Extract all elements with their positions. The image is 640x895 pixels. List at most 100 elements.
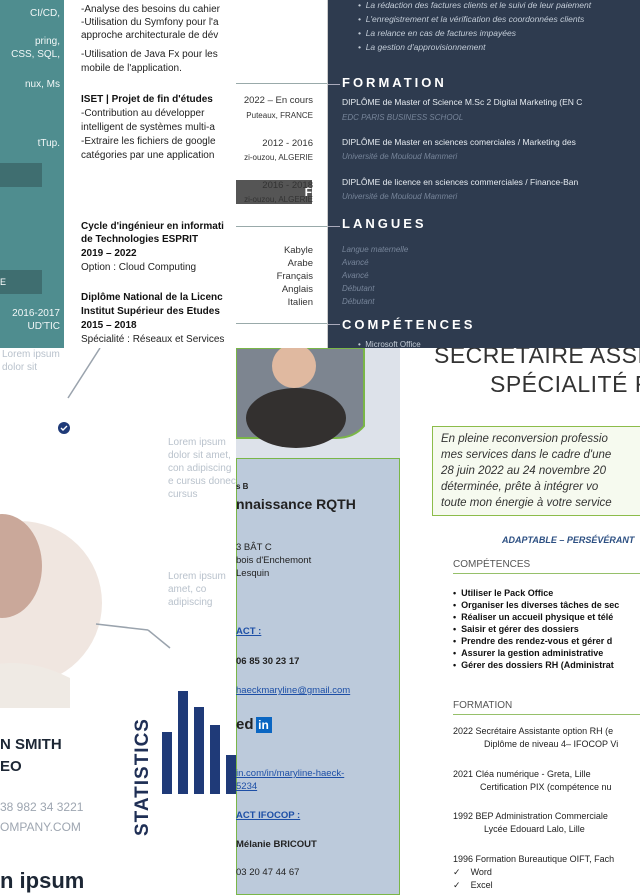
- linkedin-label: ed in: [236, 716, 272, 734]
- header-tick: [328, 84, 340, 85]
- degree-title: DIPLÔME de Master en sciences comerciale…: [342, 137, 576, 147]
- intro-line: mes services dans le cadre d'une: [441, 449, 612, 461]
- address-line: bois d'Enchemont: [236, 555, 312, 566]
- location: Puteaux, FRANCE: [246, 111, 313, 120]
- education-title: Institut Supérieur des Etudes: [81, 306, 220, 317]
- ifocop-heading: ACT IFOCOP :: [236, 810, 301, 821]
- location: zi-ouzou, ALGERIE: [244, 195, 313, 204]
- skill-text: nux, Ms: [24, 79, 60, 90]
- section-rule: [453, 714, 640, 715]
- task-bullet: • La rédaction des factures clients et l…: [358, 0, 592, 10]
- school-name: EDC PARIS BUSINESS SCHOOL: [342, 113, 464, 122]
- check-badge-icon: [58, 422, 70, 434]
- language-name: Arabe: [287, 258, 313, 269]
- experience-line: -Utilisation de Java Fx pour les: [81, 49, 218, 60]
- experience-line: -Analyse des besoins du cahier: [81, 4, 220, 15]
- intro-box: En pleine reconversion professio mes ser…: [432, 426, 640, 516]
- education-title: de Technologies ESPRIT: [81, 234, 199, 245]
- intro-line: toute mon énergie à votre service: [441, 497, 612, 509]
- resume-title: SECRETAIRE ASSIS: [434, 348, 640, 368]
- training-entry: 1992 BEP Administration Commerciale: [453, 811, 608, 821]
- project-line: -Extraire les fichiers de google: [81, 136, 216, 147]
- training-detail: Lycée Edouard Lalo, Lille: [484, 824, 585, 834]
- training-detail: ✓ Excel: [453, 880, 493, 890]
- rqth-title: nnaissance RQTH: [236, 496, 356, 512]
- website: OMPANY.COM: [0, 820, 81, 834]
- person-role: EO: [0, 758, 22, 775]
- language-name: Français: [276, 271, 313, 282]
- education-title: Cycle d'ingénieur en informati: [81, 221, 224, 232]
- profile-photo-frame: [236, 348, 365, 448]
- degree-title: DIPLÔME de licence en sciences commercia…: [342, 177, 579, 187]
- name-fragment: s B: [236, 482, 249, 491]
- tagline: ADAPTABLE – PERSÉVÉRANT: [502, 535, 635, 545]
- training-entry: 1996 Formation Bureautique OIFT, Fach: [453, 854, 615, 864]
- connector-line: [95, 623, 149, 631]
- edu-dates: 2016-2017: [12, 308, 60, 319]
- training-detail: Certification PIX (compétence nu: [480, 782, 612, 792]
- divider: [236, 323, 327, 324]
- skill-item: • Utiliser le Pack Office: [453, 588, 554, 598]
- skill-text: CSS, SQL,: [11, 49, 60, 60]
- phone-number: 06 85 30 23 17: [236, 656, 300, 667]
- date-range: 2022 – En cours: [243, 95, 313, 106]
- resume-title: SPÉCIALITÉ F: [490, 371, 640, 397]
- statistics-bar: [210, 725, 220, 794]
- dates-column: 2022 – En cours Puteaux, FRANCE 2012 - 2…: [236, 0, 328, 348]
- address-line: Lesquin: [236, 568, 270, 579]
- check-icon: ✓: [453, 880, 461, 890]
- photo-figure: [246, 388, 346, 448]
- person-name: N SMITH: [0, 736, 62, 753]
- skill-item: • Assurer la gestion administrative: [453, 648, 604, 658]
- intro-line: 28 juin 2022 au 24 novembre 20: [441, 465, 606, 477]
- skill-item: • Organiser les diverses tâches de sec: [453, 600, 620, 610]
- blurred-text: Lorem ipsum dolor sit amet, con adipisci…: [168, 437, 236, 500]
- statistics-bar: [178, 691, 188, 794]
- blurred-text: Lorem ipsum amet, co adipiscing: [168, 571, 226, 608]
- statistics-bar: [194, 707, 204, 794]
- contact-sidebar: s B nnaissance RQTH 3 BÂT C bois d'Enche…: [236, 348, 400, 895]
- linkedin-url[interactable]: in.com/in/maryline-haeck-: [236, 768, 344, 779]
- phone-number: 03 20 47 44 67: [236, 867, 300, 878]
- formation-heading: FORMATION: [453, 700, 513, 711]
- language-level: Avancé: [342, 258, 369, 267]
- photo-resume-panel: Lorem ipsum dolor sit Lorem ipsum dolor …: [0, 348, 236, 895]
- address-line: 3 BÂT C: [236, 542, 272, 553]
- skill-item: • Réaliser un accueil physique et télé: [453, 612, 614, 622]
- skill-bullet: • Microsoft Office: [358, 340, 421, 348]
- linkedin-url[interactable]: 5234: [236, 781, 257, 792]
- footer-text: n ipsum: [0, 868, 85, 893]
- divider: [236, 83, 327, 84]
- language-level: Débutant: [342, 284, 375, 293]
- section-rule: [453, 573, 640, 574]
- section-band: E: [0, 270, 42, 294]
- project-line: intelligent de systèmes multi-a: [81, 122, 215, 133]
- training-entry: 2022 Secrétaire Assistante option RH (e: [453, 726, 614, 736]
- section-band: [0, 163, 42, 187]
- school-name: Université de Mouloud Mammeri: [342, 192, 458, 201]
- langues-heading: LANGUES: [342, 216, 427, 231]
- experience-line: mobile de l'application.: [81, 63, 182, 74]
- skill-text: tTup.: [37, 138, 60, 149]
- edu-school: UD'TIC: [27, 321, 60, 332]
- education-years: 2019 – 2022: [81, 248, 137, 259]
- experience-column: -Analyse des besoins du cahier -Utilisat…: [64, 0, 236, 348]
- location: zi-ouzou, ALGERIE: [244, 153, 313, 162]
- navy-resume-panel: • La rédaction des factures clients et l…: [328, 0, 640, 348]
- formation-heading: FORMATION: [342, 75, 447, 90]
- training-detail: Diplôme de niveau 4– IFOCOP Vi: [484, 739, 619, 749]
- language-level: Débutant: [342, 297, 375, 306]
- linkedin-icon[interactable]: in: [255, 717, 272, 734]
- email-link[interactable]: haeckmaryline@gmail.com: [236, 685, 350, 696]
- skill-item: • Prendre des rendez-vous et gérer d: [453, 636, 613, 646]
- project-title: ISET | Projet de fin d'études: [81, 94, 213, 105]
- header-tick: [328, 226, 340, 227]
- contact-card: [236, 458, 400, 895]
- project-line: -Contribution au développer: [81, 108, 205, 119]
- language-name: Kabyle: [283, 245, 313, 256]
- education-title: Diplôme National de la Licenc: [81, 292, 223, 303]
- statistics-label: STATISTICS: [132, 718, 153, 837]
- degree-title: DIPLÔME de Master of Science M.Sc 2 Digi…: [342, 97, 583, 107]
- language-level: Avancé: [342, 271, 369, 280]
- education-years: 2015 – 2018: [81, 320, 137, 331]
